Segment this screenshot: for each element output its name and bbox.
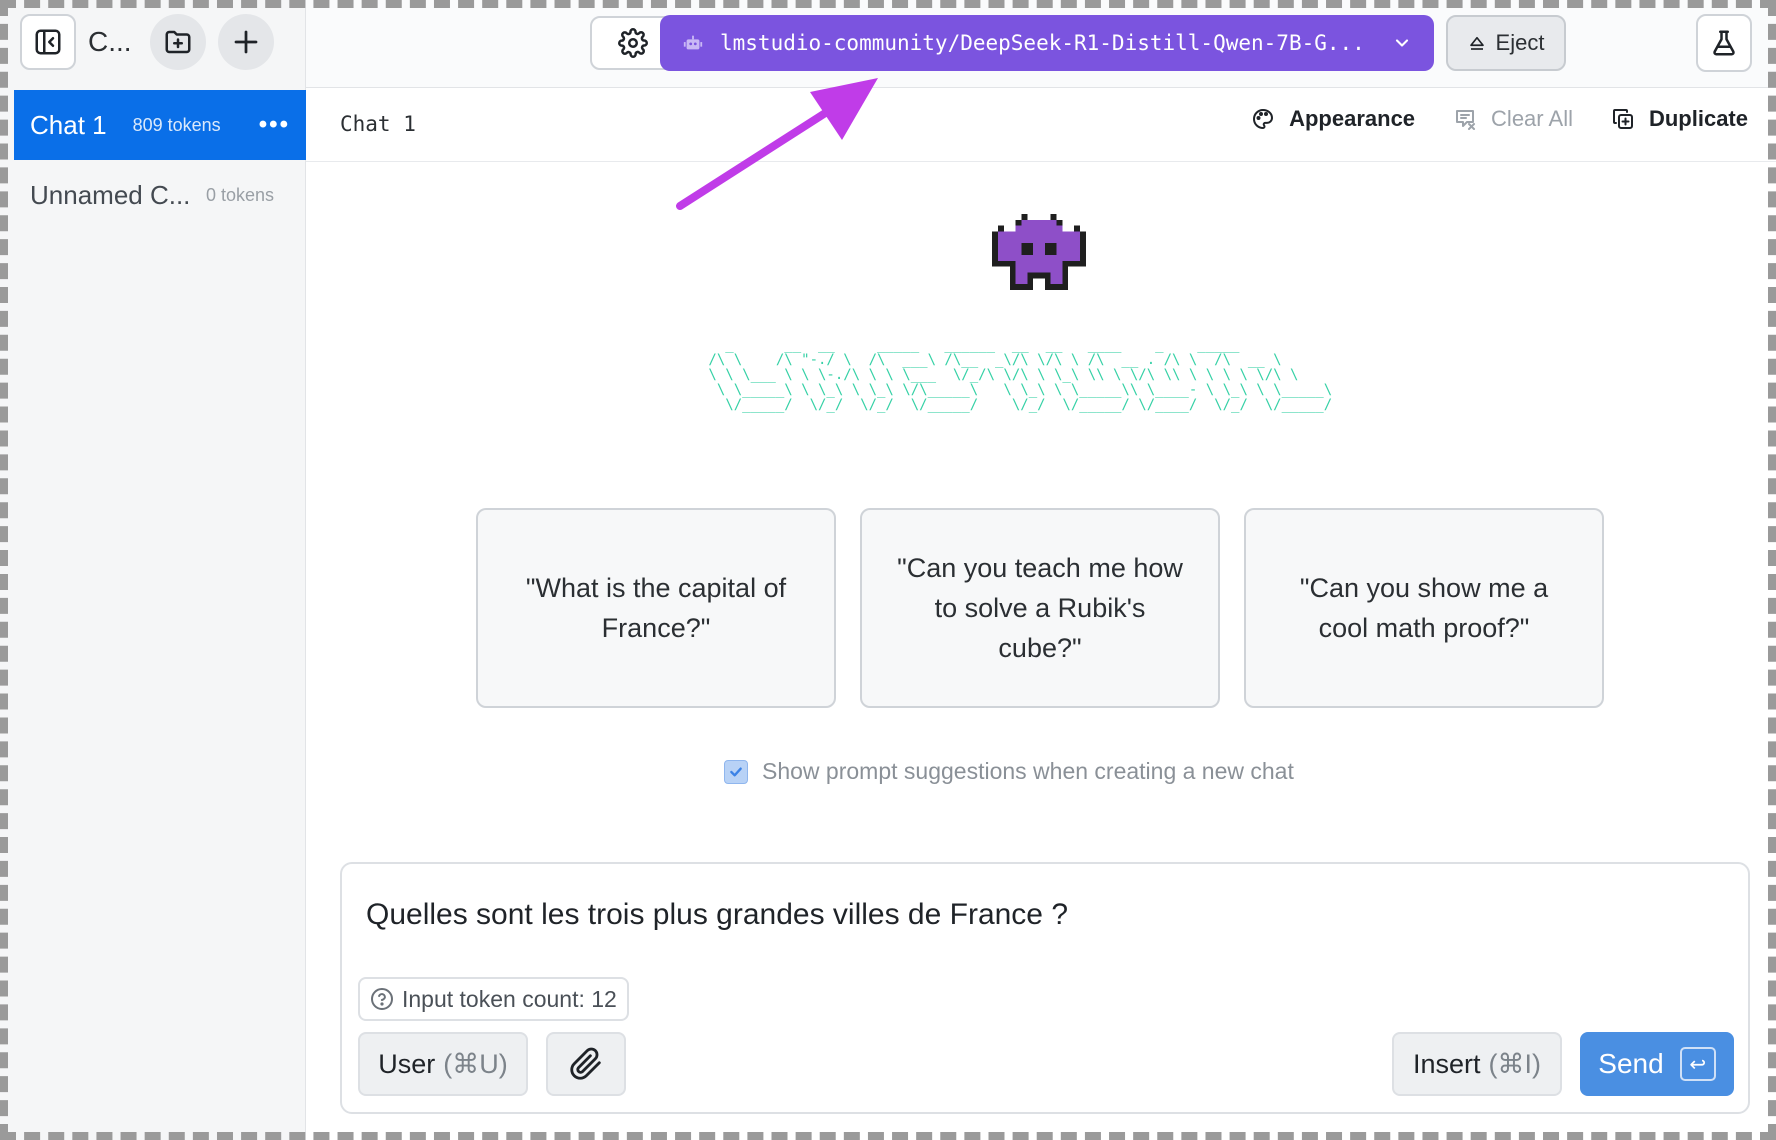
- robot-icon: [683, 35, 703, 50]
- role-toggle-button[interactable]: User (⌘U): [358, 1032, 528, 1096]
- chat-title: Chat 1: [340, 112, 416, 136]
- appearance-label: Appearance: [1289, 106, 1416, 131]
- sidebar: C... Chat 1 809 tokens ••• Unnamed C... …: [0, 0, 306, 1140]
- attach-file-button[interactable]: [546, 1032, 626, 1096]
- show-suggestions-toggle[interactable]: Show prompt suggestions when creating a …: [724, 758, 1294, 785]
- token-count-label: Input token count: 12: [402, 985, 617, 1012]
- show-suggestions-label: Show prompt suggestions when creating a …: [762, 758, 1294, 784]
- clear-all-button[interactable]: Clear All: [1453, 106, 1573, 132]
- message-input[interactable]: Quelles sont les trois plus grandes vill…: [366, 898, 1068, 932]
- chat-header: Chat 1 Appearance Clear All Duplicate: [306, 88, 1776, 162]
- clear-all-label: Clear All: [1491, 106, 1573, 131]
- model-name: lmstudio-community/DeepSeek-R1-Distill-Q…: [720, 31, 1365, 55]
- chat-token-count: 809 tokens: [132, 114, 221, 135]
- chat-name: Unnamed C...: [30, 179, 191, 210]
- insert-label: Insert: [1412, 1048, 1481, 1079]
- paperclip-icon: [570, 1047, 601, 1080]
- suggestion-card[interactable]: "Can you show me a cool math proof?": [1244, 508, 1604, 708]
- insert-button[interactable]: Insert (⌘I): [1392, 1032, 1562, 1096]
- checkmark-icon: [730, 767, 742, 776]
- message-composer[interactable]: Quelles sont les trois plus grandes vill…: [340, 862, 1750, 1114]
- role-label: User: [378, 1048, 436, 1079]
- model-selector[interactable]: lmstudio-community/DeepSeek-R1-Distill-Q…: [660, 15, 1434, 71]
- sidebar-toolbar: C...: [20, 14, 291, 70]
- new-folder-button[interactable]: [150, 14, 206, 70]
- annotation-arrow-icon: [676, 78, 878, 210]
- ascii-logo: _ __ __ _____ ______ __ __ ____ _ _____ …: [708, 337, 1333, 413]
- flask-icon: [1713, 30, 1735, 56]
- collapse-sidebar-button[interactable]: [20, 14, 76, 70]
- robot-mascot-icon: [992, 214, 1086, 290]
- experimental-button[interactable]: [1696, 14, 1752, 72]
- chat-list-item[interactable]: Unnamed C... 0 tokens: [14, 160, 306, 230]
- show-suggestions-checkbox[interactable]: [724, 759, 748, 784]
- eject-label: Eject: [1495, 30, 1545, 55]
- duplicate-label: Duplicate: [1648, 106, 1748, 131]
- appearance-button[interactable]: Appearance: [1251, 106, 1415, 132]
- sidebar-title: C...: [88, 26, 132, 57]
- suggestion-card[interactable]: "What is the capital of France?": [476, 508, 836, 708]
- chat-token-count: 0 tokens: [206, 184, 275, 205]
- clear-messages-icon: [1456, 110, 1476, 130]
- suggestion-cards: "What is the capital of France?" "Can yo…: [476, 508, 1604, 708]
- plus-icon: [234, 30, 258, 54]
- duplicate-icon: [1612, 109, 1633, 129]
- gear-icon: [618, 28, 648, 58]
- duplicate-button[interactable]: Duplicate: [1611, 106, 1748, 132]
- chat-list-item-active[interactable]: Chat 1 809 tokens •••: [14, 90, 306, 160]
- help-circle-icon: [371, 988, 393, 1010]
- chat-actions: Appearance Clear All Duplicate: [1251, 106, 1748, 132]
- folder-plus-icon: [165, 30, 191, 54]
- input-token-count: Input token count: 12: [358, 977, 629, 1021]
- chevron-down-icon: [1395, 39, 1409, 47]
- top-bar: lmstudio-community/DeepSeek-R1-Distill-Q…: [306, 0, 1776, 88]
- new-chat-button[interactable]: [218, 14, 274, 70]
- eject-icon: [1469, 36, 1484, 50]
- eject-button[interactable]: Eject: [1446, 15, 1566, 71]
- chat-menu-button[interactable]: •••: [259, 111, 290, 139]
- role-shortcut: (⌘U): [443, 1048, 508, 1079]
- sidebar-collapse-icon: [35, 29, 61, 55]
- palette-icon: [1253, 109, 1274, 129]
- send-button[interactable]: Send ↩: [1580, 1032, 1734, 1096]
- enter-key-icon: ↩: [1679, 1047, 1716, 1081]
- send-label: Send: [1598, 1048, 1664, 1079]
- suggestion-card[interactable]: "Can you teach me how to solve a Rubik's…: [860, 508, 1220, 708]
- insert-shortcut: (⌘I): [1488, 1048, 1541, 1079]
- chat-name: Chat 1: [30, 109, 107, 140]
